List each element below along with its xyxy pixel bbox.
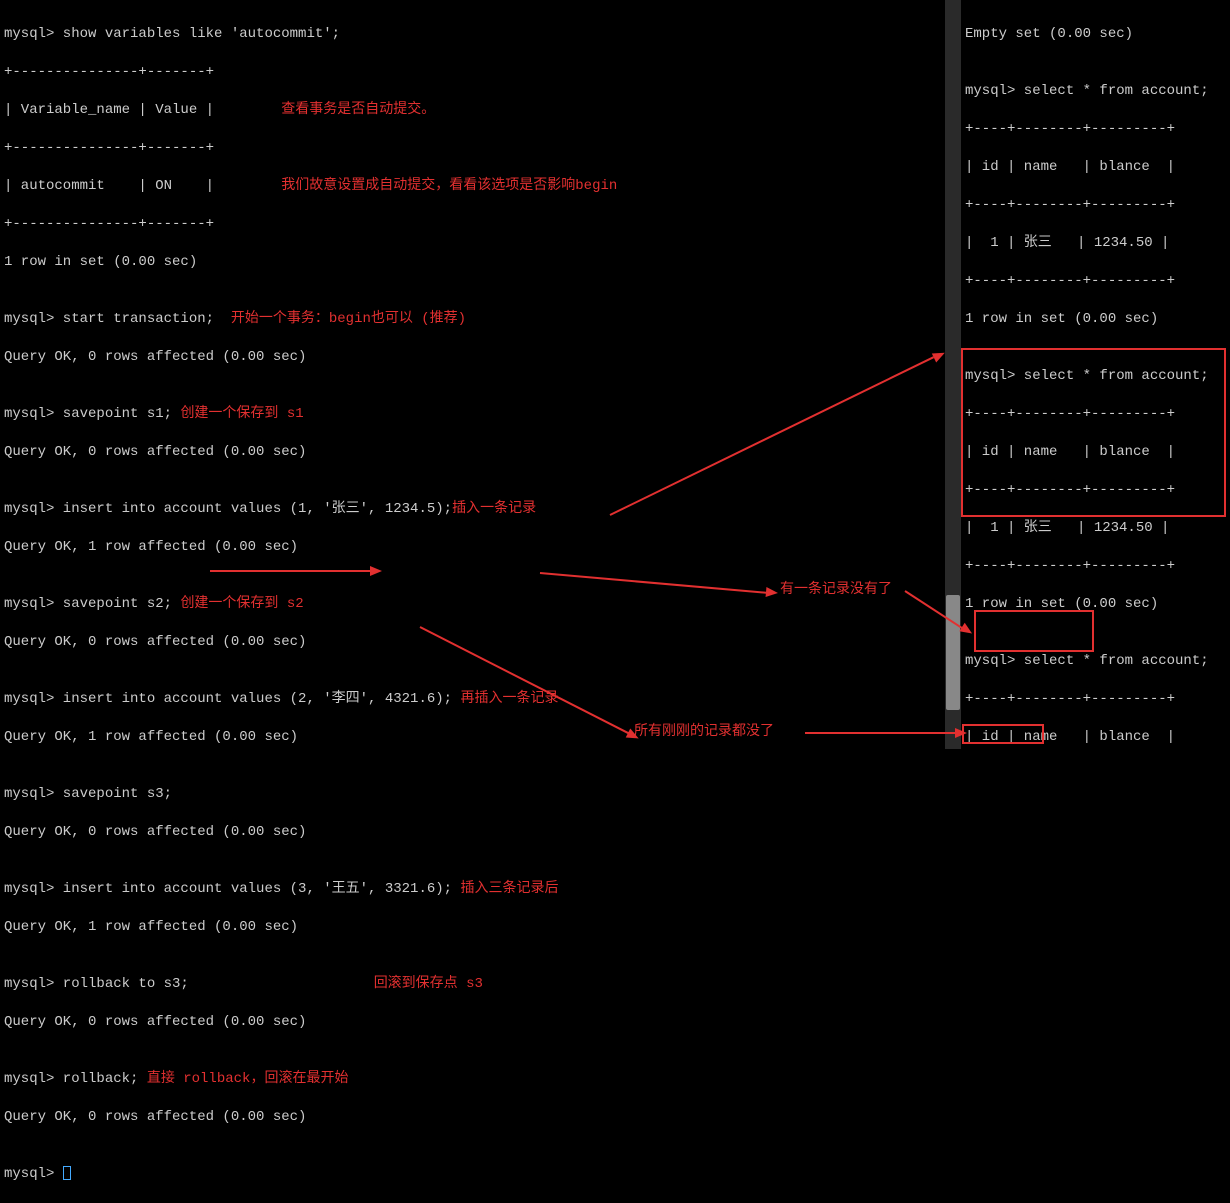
result-ok: Query OK, 0 rows affected (0.00 sec) bbox=[4, 348, 941, 367]
note-insert-3: 插入三条记录后 bbox=[460, 881, 558, 897]
cmd-start-transaction: mysql> start transaction; 开始一个事务：begin也可… bbox=[4, 310, 941, 329]
table-border: +----+--------+---------+ bbox=[965, 481, 1226, 500]
cmd-select-3: mysql> select * from account; bbox=[965, 652, 1226, 671]
note-rollback-s3: 回滚到保存点 s3 bbox=[374, 976, 483, 992]
cmd-select-2: mysql> select * from account; bbox=[965, 367, 1226, 386]
result-ok: Query OK, 1 row affected (0.00 sec) bbox=[4, 728, 941, 747]
table-border: +---------------+-------+ bbox=[4, 215, 941, 234]
table-border: +----+--------+---------+ bbox=[965, 120, 1226, 139]
note-autocommit-1: 查看事务是否自动提交。 bbox=[281, 102, 435, 118]
note-insert-2: 再插入一条记录 bbox=[460, 691, 558, 707]
left-terminal[interactable]: mysql> show variables like 'autocommit';… bbox=[0, 0, 945, 749]
result-rowcount: 1 row in set (0.00 sec) bbox=[965, 310, 1226, 329]
table-border: +----+--------+---------+ bbox=[965, 272, 1226, 291]
table-row: | autocommit | ON | 我们故意设置成自动提交，看看该选项是否影… bbox=[4, 177, 941, 196]
note-savepoint-s1: 创建一个保存到 s1 bbox=[180, 406, 303, 422]
note-autocommit-2: 我们故意设置成自动提交，看看该选项是否影响begin bbox=[281, 178, 617, 194]
cmd-select-1: mysql> select * from account; bbox=[965, 82, 1226, 101]
result-ok: Query OK, 1 row affected (0.00 sec) bbox=[4, 538, 941, 557]
note-all-records-gone: 所有刚刚的记录都没了 bbox=[634, 720, 774, 740]
result-ok: Query OK, 1 row affected (0.00 sec) bbox=[4, 918, 941, 937]
scrollbar[interactable] bbox=[945, 0, 961, 749]
note-rollback: 直接 rollback，回滚在最开始 bbox=[147, 1071, 349, 1087]
note-begin: 开始一个事务：begin也可以 (推荐) bbox=[231, 311, 466, 327]
cmd-insert-2: mysql> insert into account values (2, '李… bbox=[4, 690, 941, 709]
cmd-rollback-s3: mysql> rollback to s3; 回滚到保存点 s3 bbox=[4, 975, 941, 994]
result-rowcount: 1 row in set (0.00 sec) bbox=[965, 595, 1226, 614]
cursor-icon bbox=[63, 1166, 71, 1180]
table-border: +----+--------+---------+ bbox=[965, 405, 1226, 424]
cmd-insert-1: mysql> insert into account values (1, '张… bbox=[4, 500, 941, 519]
result-ok: Query OK, 0 rows affected (0.00 sec) bbox=[4, 633, 941, 652]
table-border: +---------------+-------+ bbox=[4, 139, 941, 158]
table-border: +----+--------+---------+ bbox=[965, 690, 1226, 709]
note-one-record-gone: 有一条记录没有了 bbox=[780, 578, 892, 598]
result-ok: Query OK, 0 rows affected (0.00 sec) bbox=[4, 443, 941, 462]
table-header: | id | name | blance | bbox=[965, 158, 1226, 177]
cmd-insert-3: mysql> insert into account values (3, '王… bbox=[4, 880, 941, 899]
table-header: | id | name | blance | bbox=[965, 728, 1226, 747]
table-row: | 1 | 张三 | 1234.50 | bbox=[965, 234, 1226, 253]
result-ok: Query OK, 0 rows affected (0.00 sec) bbox=[4, 1013, 941, 1032]
table-header: | id | name | blance | bbox=[965, 443, 1226, 462]
right-terminal[interactable]: Empty set (0.00 sec) mysql> select * fro… bbox=[961, 0, 1230, 749]
result-ok: Query OK, 0 rows affected (0.00 sec) bbox=[4, 823, 941, 842]
table-header: | Variable_name | Value | 查看事务是否自动提交。 bbox=[4, 101, 941, 120]
cmd-show-variables: mysql> show variables like 'autocommit'; bbox=[4, 25, 941, 44]
table-row: | 1 | 张三 | 1234.50 | bbox=[965, 519, 1226, 538]
note-insert-1: 插入一条记录 bbox=[452, 501, 536, 517]
table-border: +----+--------+---------+ bbox=[965, 557, 1226, 576]
result-ok: Query OK, 0 rows affected (0.00 sec) bbox=[4, 1108, 941, 1127]
cmd-savepoint-s3: mysql> savepoint s3; bbox=[4, 785, 941, 804]
table-border: +----+--------+---------+ bbox=[965, 196, 1226, 215]
cmd-savepoint-s1: mysql> savepoint s1; 创建一个保存到 s1 bbox=[4, 405, 941, 424]
result-empty: Empty set (0.00 sec) bbox=[965, 25, 1226, 44]
cmd-rollback: mysql> rollback; 直接 rollback，回滚在最开始 bbox=[4, 1070, 941, 1089]
note-savepoint-s2: 创建一个保存到 s2 bbox=[180, 596, 303, 612]
prompt-cursor[interactable]: mysql> bbox=[4, 1165, 941, 1184]
result-rowcount: 1 row in set (0.00 sec) bbox=[4, 253, 941, 272]
table-border: +---------------+-------+ bbox=[4, 63, 941, 82]
scrollbar-thumb[interactable] bbox=[946, 595, 960, 710]
